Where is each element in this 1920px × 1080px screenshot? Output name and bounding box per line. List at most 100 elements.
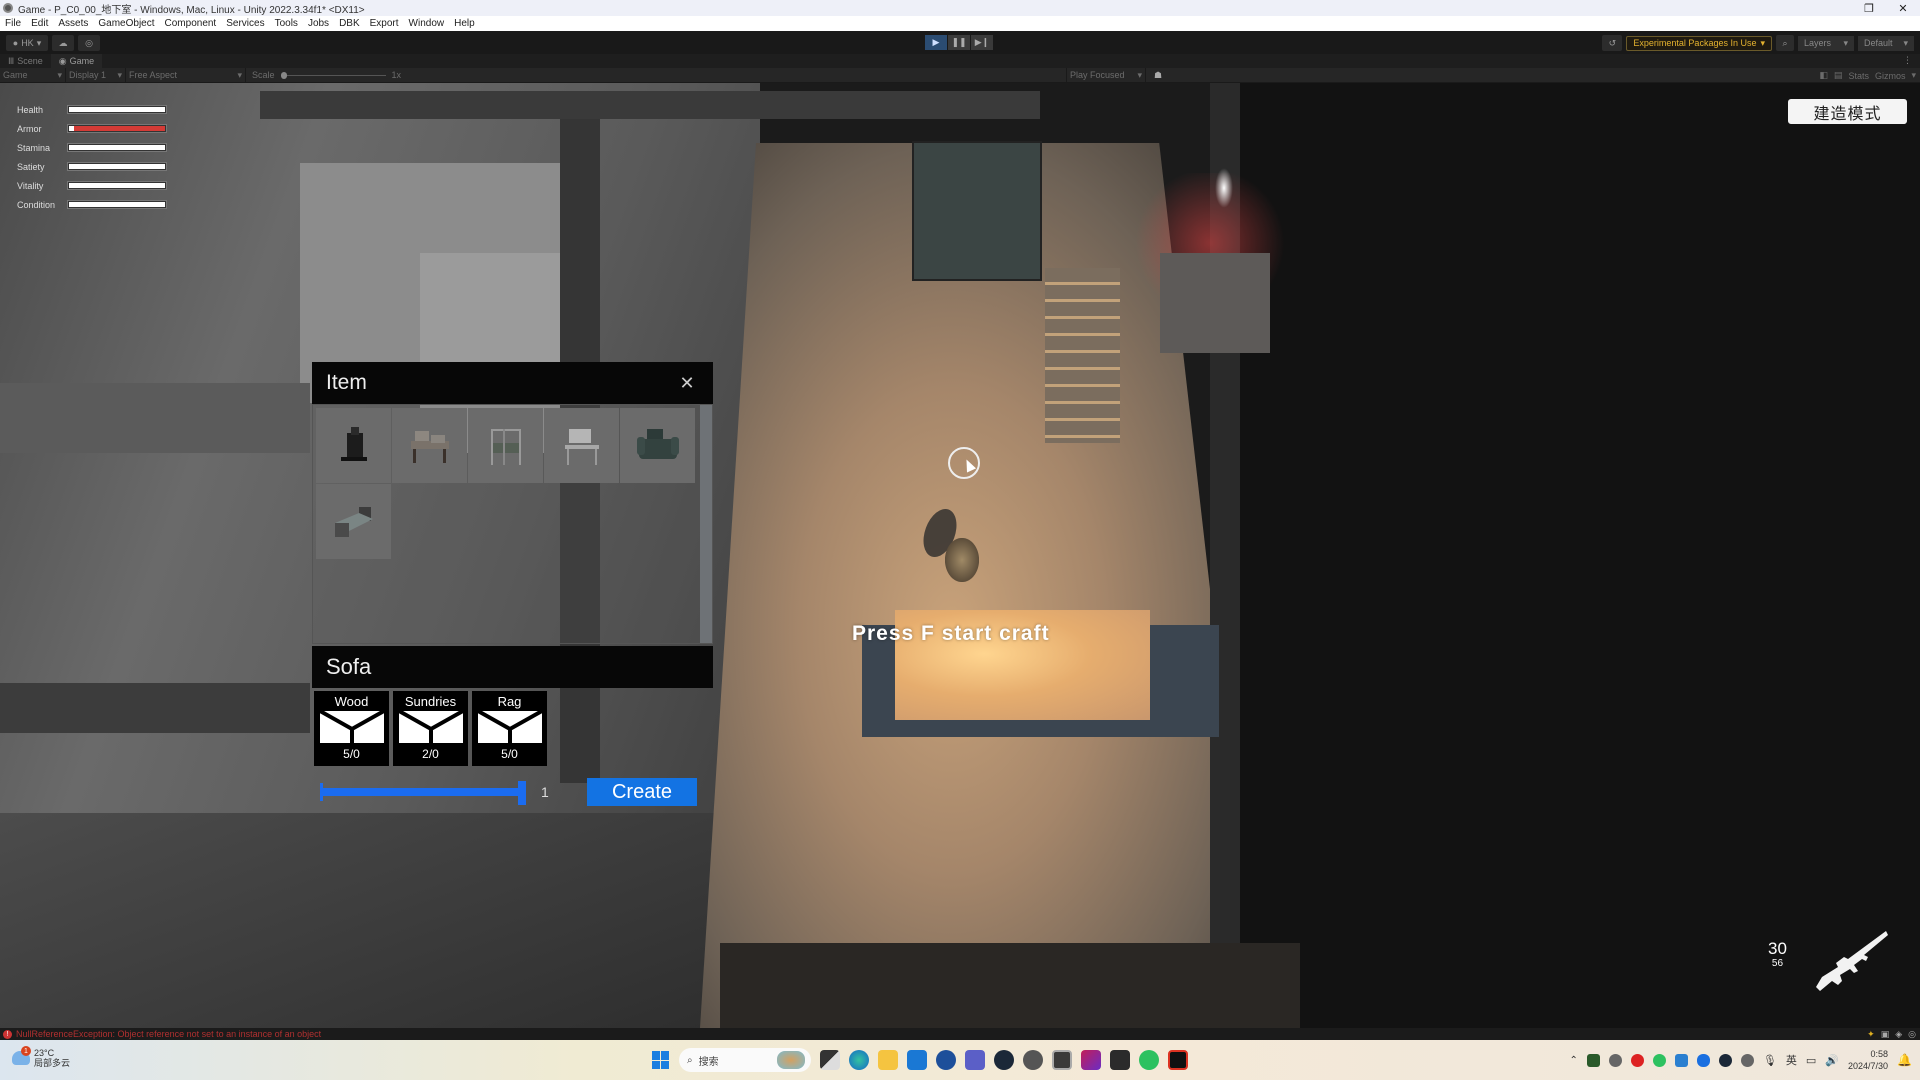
search-button[interactable]: ⌕ bbox=[1776, 35, 1794, 51]
gizmos-button[interactable]: Gizmos bbox=[1875, 71, 1906, 81]
close-icon[interactable]: ✕ bbox=[675, 373, 699, 394]
game-mode-dropdown[interactable]: Game ▾ bbox=[0, 67, 66, 83]
nvidia-icon[interactable] bbox=[1586, 1053, 1600, 1067]
menu-assets[interactable]: Assets bbox=[58, 18, 88, 29]
wechat-tray-icon[interactable] bbox=[1652, 1053, 1666, 1067]
menu-export[interactable]: Export bbox=[370, 18, 399, 29]
menu-jobs[interactable]: Jobs bbox=[308, 18, 329, 29]
volume-icon[interactable]: 🔊 bbox=[1825, 1054, 1839, 1067]
play-button[interactable]: ▶ bbox=[925, 35, 947, 50]
more-options-icon[interactable]: ⋮ bbox=[1903, 55, 1912, 66]
missing-texture-icon bbox=[477, 711, 542, 743]
ime-indicator[interactable]: 英 bbox=[1786, 1052, 1797, 1068]
item-slot-desk-shelf[interactable] bbox=[544, 408, 619, 483]
microphone-icon[interactable]: 🎙 bbox=[1763, 1054, 1777, 1067]
vpn-icon[interactable] bbox=[936, 1050, 956, 1070]
package-icon[interactable]: ▣ bbox=[1881, 1029, 1890, 1040]
item-grid-scrollbar[interactable] bbox=[700, 405, 712, 643]
display-dropdown[interactable]: Display 1 ▾ bbox=[66, 67, 126, 83]
gamepad-icon: ◉ bbox=[58, 55, 67, 66]
weather-temperature: 23°C bbox=[34, 1048, 55, 1058]
console-status-bar[interactable]: ! NullReferenceException: Object referen… bbox=[0, 1028, 1920, 1040]
play-mode-dropdown[interactable]: Play Focused ▾ bbox=[1066, 67, 1146, 83]
bluetooth-icon[interactable] bbox=[1696, 1053, 1710, 1067]
item-slot-sofa[interactable] bbox=[620, 408, 695, 483]
start-button[interactable] bbox=[652, 1051, 670, 1069]
steam-tray-icon[interactable] bbox=[1718, 1053, 1732, 1067]
menu-edit[interactable]: Edit bbox=[31, 18, 48, 29]
layers-dropdown[interactable]: Layers ▾ bbox=[1798, 35, 1854, 51]
item-slot-workbench[interactable] bbox=[392, 408, 467, 483]
close-icon[interactable]: ✕ bbox=[1886, 0, 1920, 16]
pause-button[interactable]: ❚❚ bbox=[948, 35, 970, 50]
experimental-packages-dropdown[interactable]: Experimental Packages In Use ▾ bbox=[1626, 35, 1772, 51]
menu-file[interactable]: File bbox=[5, 18, 21, 29]
console-error-message[interactable]: NullReferenceException: Object reference… bbox=[16, 1029, 321, 1039]
aspect-dropdown[interactable]: Free Aspect ▾ bbox=[126, 67, 246, 83]
edge-icon[interactable] bbox=[849, 1050, 869, 1070]
game-view[interactable]: Health Armor Stamina Satiety Vitality Co… bbox=[0, 83, 1920, 1028]
menu-services[interactable]: Services bbox=[226, 18, 264, 29]
collab-button[interactable]: ◎ bbox=[78, 35, 100, 51]
chevron-up-icon[interactable]: ⌃ bbox=[1570, 1055, 1578, 1066]
onedrive-icon[interactable] bbox=[1608, 1053, 1622, 1067]
capture-icon[interactable] bbox=[1168, 1050, 1188, 1070]
mute-audio-icon[interactable]: ◧ bbox=[1819, 70, 1828, 81]
quantity-slider-handle[interactable] bbox=[518, 781, 526, 805]
wechat-icon[interactable] bbox=[1139, 1050, 1159, 1070]
scene-bottom-floor bbox=[720, 943, 1300, 1028]
history-button[interactable]: ↺ bbox=[1602, 35, 1623, 51]
restore-icon[interactable]: ❐ bbox=[1852, 0, 1886, 16]
build-mode-button[interactable]: 建造模式 bbox=[1788, 99, 1907, 124]
tab-game[interactable]: ◉ Game bbox=[50, 54, 103, 68]
unity-icon[interactable] bbox=[1052, 1050, 1072, 1070]
account-button[interactable]: ● HK ▾ bbox=[6, 35, 48, 51]
antivirus-icon[interactable] bbox=[1630, 1053, 1644, 1067]
pause-icon: ❚❚ bbox=[951, 37, 967, 47]
menu-component[interactable]: Component bbox=[165, 18, 217, 29]
bug-icon[interactable]: ☗ bbox=[1154, 70, 1162, 81]
steam-icon[interactable] bbox=[994, 1050, 1014, 1070]
menu-gameobject[interactable]: GameObject bbox=[98, 18, 154, 29]
unity-tray-icon[interactable] bbox=[1740, 1053, 1754, 1067]
menu-help[interactable]: Help bbox=[454, 18, 475, 29]
menu-tools[interactable]: Tools bbox=[275, 18, 298, 29]
security-icon[interactable] bbox=[1674, 1053, 1688, 1067]
item-slot-stove[interactable] bbox=[316, 408, 391, 483]
menu-dbk[interactable]: DBK bbox=[339, 18, 360, 29]
material-rag: Rag 5/0 bbox=[472, 691, 547, 766]
file-explorer-icon[interactable] bbox=[878, 1050, 898, 1070]
layout-dropdown[interactable]: Default ▾ bbox=[1858, 35, 1914, 51]
debug-icon[interactable]: ✦ bbox=[1867, 1029, 1875, 1040]
cloud-button[interactable]: ☁ bbox=[52, 35, 74, 51]
stats-button[interactable]: Stats bbox=[1848, 71, 1869, 81]
collab-icon[interactable]: ◈ bbox=[1895, 1029, 1902, 1040]
tab-scene[interactable]: Ⅲ Scene bbox=[0, 54, 51, 68]
check-icon[interactable]: ◎ bbox=[1908, 1029, 1916, 1040]
quantity-slider[interactable] bbox=[318, 779, 533, 805]
weather-widget[interactable]: 1 23°C 局部多云 bbox=[12, 1046, 70, 1068]
material-name: Wood bbox=[334, 693, 369, 709]
item-slot-planter-shelf[interactable] bbox=[468, 408, 543, 483]
display-grid-icon[interactable]: ▤ bbox=[1834, 70, 1843, 81]
create-button[interactable]: Create bbox=[587, 778, 697, 806]
taskbar-search[interactable]: ⌕ 搜索 bbox=[679, 1048, 811, 1072]
rider-icon[interactable] bbox=[1081, 1050, 1101, 1070]
unity-hub-icon[interactable] bbox=[1023, 1050, 1043, 1070]
stat-label: Armor bbox=[17, 123, 42, 134]
terminal-icon[interactable] bbox=[1110, 1050, 1130, 1070]
item-slot-bed[interactable] bbox=[316, 484, 391, 559]
network-icon[interactable]: ▭ bbox=[1806, 1054, 1816, 1067]
teams-icon[interactable] bbox=[965, 1050, 985, 1070]
mail-icon[interactable] bbox=[907, 1050, 927, 1070]
chevron-down-icon[interactable]: ▾ bbox=[1911, 70, 1916, 81]
notification-bell-icon[interactable]: 🔔 bbox=[1897, 1053, 1912, 1067]
game-mode-label: Game bbox=[3, 70, 28, 80]
menu-window[interactable]: Window bbox=[409, 18, 445, 29]
clock[interactable]: 0:58 2024/7/30 bbox=[1848, 1048, 1888, 1072]
scale-slider-handle[interactable] bbox=[280, 71, 287, 79]
task-view-icon[interactable] bbox=[820, 1050, 840, 1070]
step-button[interactable]: ▶❙ bbox=[971, 35, 993, 50]
scale-slider[interactable] bbox=[280, 71, 386, 79]
workbench-icon bbox=[410, 430, 449, 463]
